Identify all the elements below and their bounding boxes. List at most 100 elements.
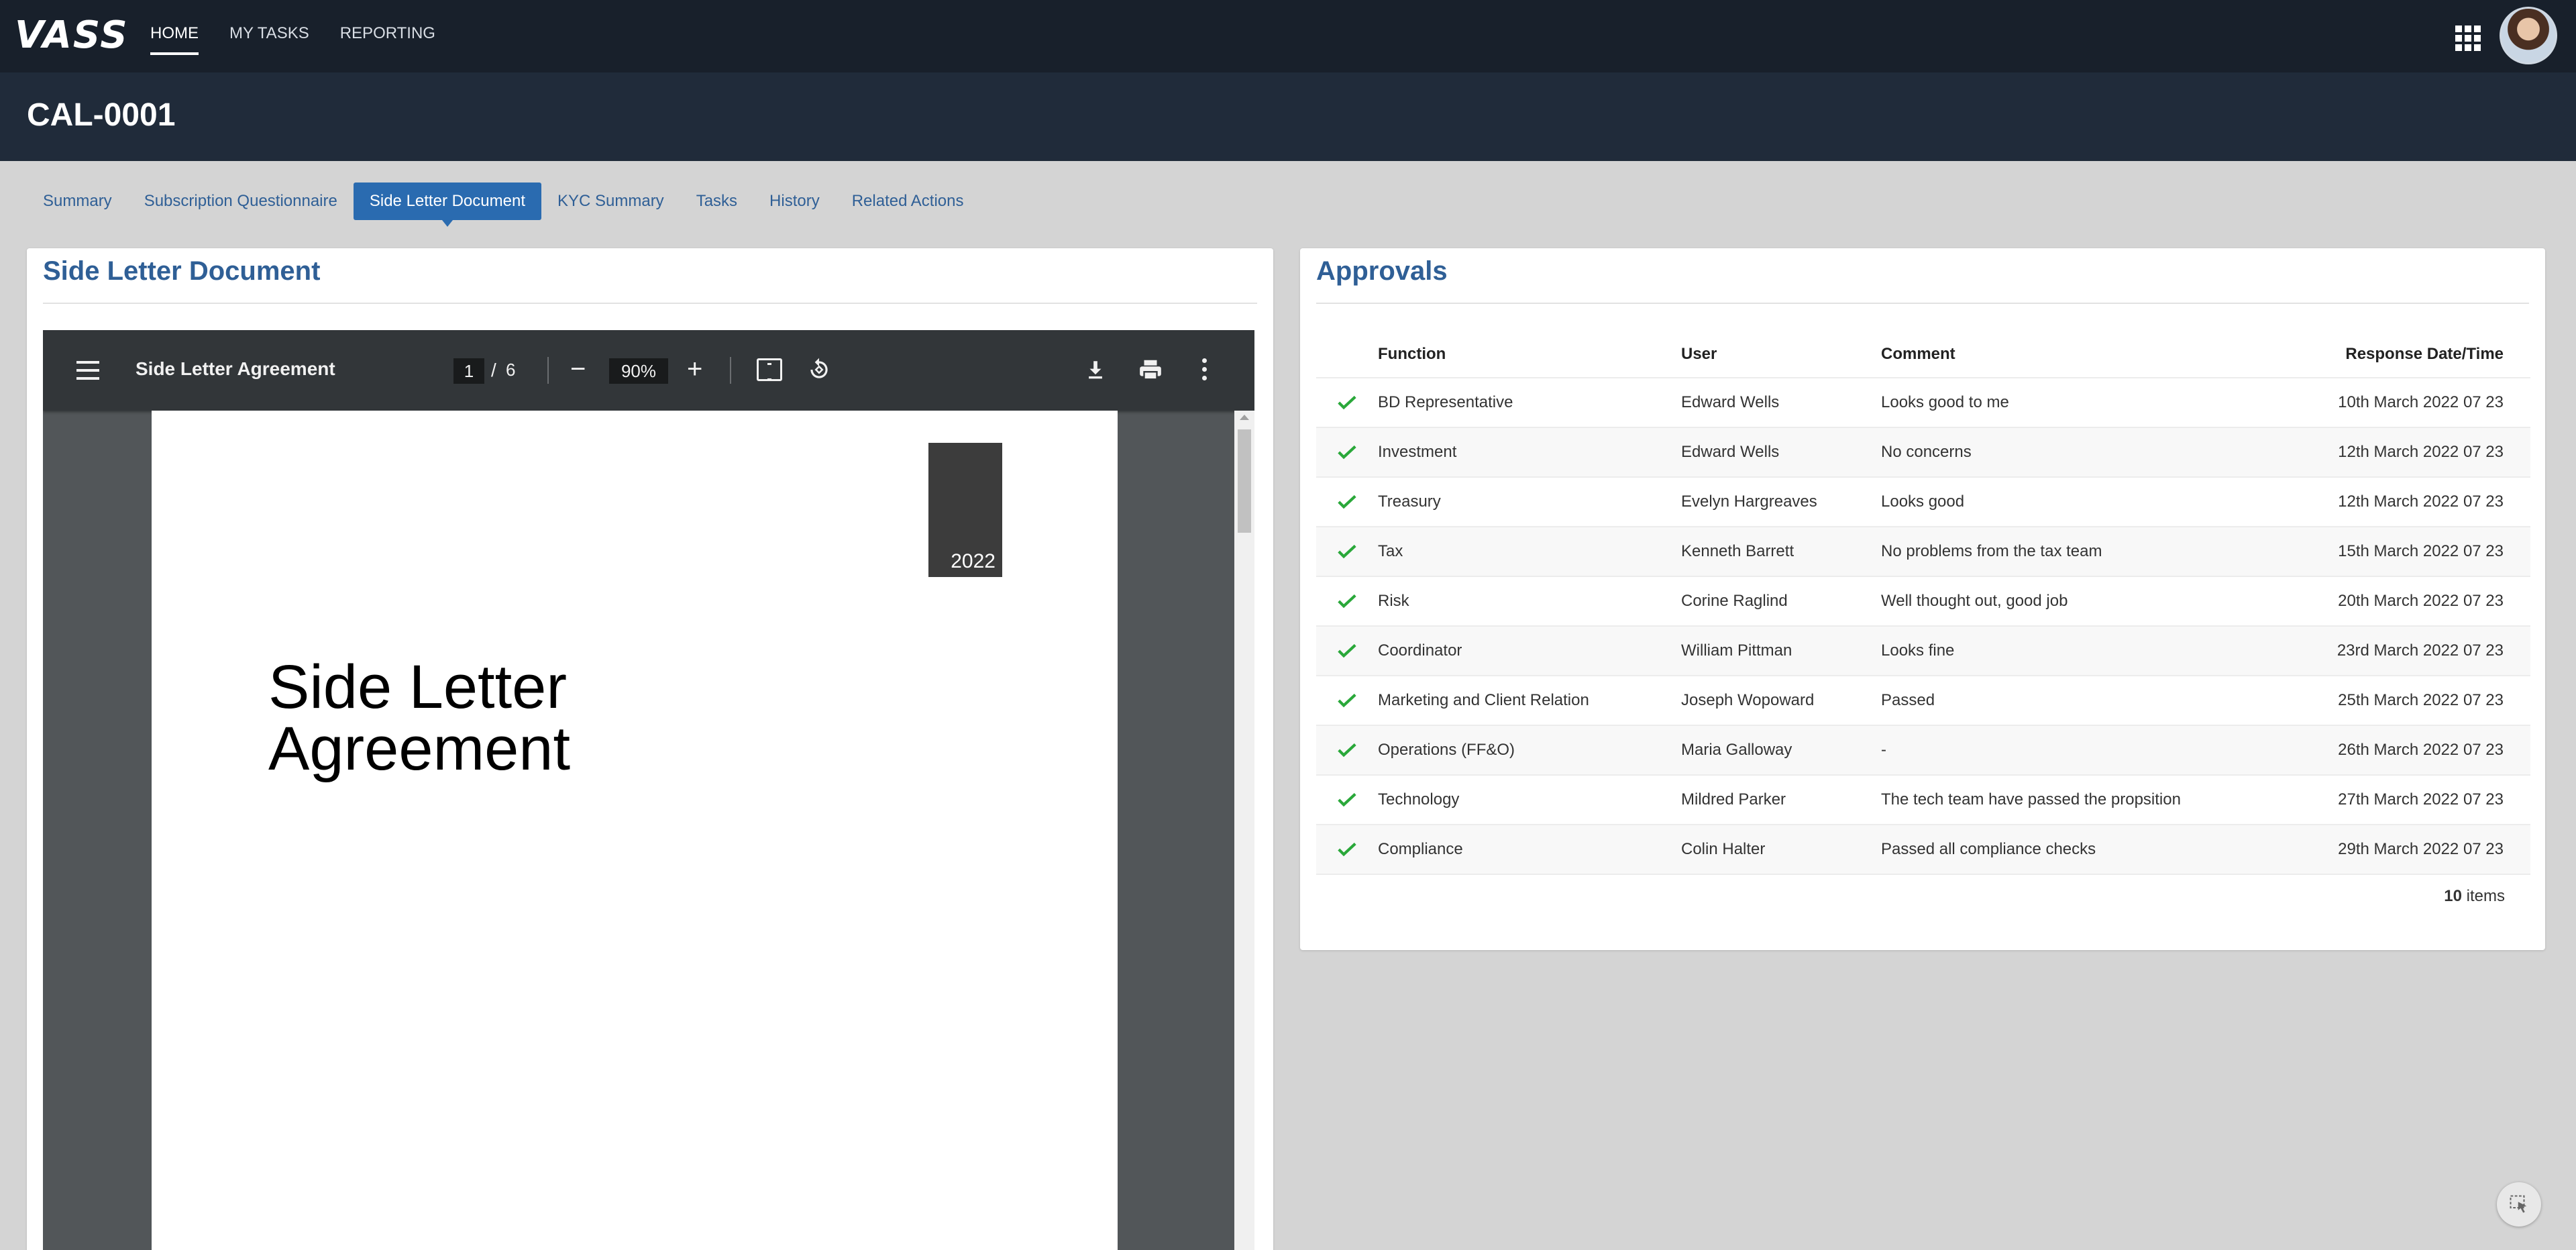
avatar[interactable]	[2500, 7, 2557, 64]
cell-comment: Passed	[1881, 691, 1935, 709]
table-row[interactable]: Risk Corine Raglind Well thought out, good…	[1316, 577, 2530, 627]
check-icon	[1338, 544, 1356, 559]
cell-response-date: 10th March 2022 07 23	[2338, 393, 2504, 411]
column-header-user[interactable]: User	[1681, 345, 1881, 364]
table-row[interactable]: Tax Kenneth Barrett No problems from the t…	[1316, 527, 2530, 577]
tab-tasks[interactable]: Tasks	[680, 183, 753, 220]
approval-status	[1316, 792, 1378, 807]
tab-subscription-questionnaire[interactable]: Subscription Questionnaire	[128, 183, 354, 220]
table-row[interactable]: Operations (FF&O) Maria Galloway - 26th Mar…	[1316, 726, 2530, 776]
cell-comment: No problems from the tax team	[1881, 542, 2102, 560]
column-header-function[interactable]: Function	[1378, 345, 1681, 364]
cell-function: Coordinator	[1378, 641, 1462, 660]
table-row[interactable]: Marketing and Client Relation Joseph Wopo…	[1316, 676, 2530, 726]
cell-comment: -	[1881, 741, 1886, 759]
download-icon[interactable]	[1084, 357, 1107, 382]
cell-comment: The tech team have passed the propsition	[1881, 790, 2181, 809]
cell-response-date: 25th March 2022 07 23	[2338, 691, 2504, 709]
cell-comment: No concerns	[1881, 443, 1972, 461]
cell-user: Mildred Parker	[1681, 790, 1786, 809]
cell-user: Edward Wells	[1681, 443, 1780, 461]
cell-function: Investment	[1378, 443, 1457, 461]
approval-status	[1316, 842, 1378, 857]
cell-function: Technology	[1378, 790, 1460, 809]
cell-response-date: 27th March 2022 07 23	[2338, 790, 2504, 809]
approval-status	[1316, 395, 1378, 410]
column-header-response-date[interactable]: Response Date/Time	[2297, 345, 2517, 364]
pdf-viewer: Side Letter Agreement 1 / 6 − 90% + 2022…	[43, 330, 1254, 1250]
column-header-comment[interactable]: Comment	[1881, 345, 2297, 364]
cell-user: Edward Wells	[1681, 393, 1780, 411]
approval-status	[1316, 743, 1378, 758]
cell-comment: Looks fine	[1881, 641, 1955, 660]
top-navbar: VASS HOME MY TASKS REPORTING	[0, 0, 2576, 72]
cell-function: BD Representative	[1378, 393, 1513, 411]
cell-response-date: 23rd March 2022 07 23	[2337, 641, 2504, 660]
table-row[interactable]: Coordinator William Pittman Looks fine 23rd…	[1316, 627, 2530, 676]
year-banner: 2022	[928, 443, 1002, 577]
vass-logo[interactable]: VASS	[15, 13, 129, 57]
table-header: Function User Comment Response Date/Time	[1316, 331, 2530, 378]
table-body: BD Representative Edward Wells Looks good …	[1316, 378, 2530, 875]
pdf-page: 2022 Side Letter Agreement	[152, 411, 1118, 1250]
tab-summary[interactable]: Summary	[27, 183, 128, 220]
approval-status	[1316, 494, 1378, 509]
cell-comment: Well thought out, good job	[1881, 592, 2068, 610]
tab-side-letter-document[interactable]: Side Letter Document	[353, 183, 541, 227]
pdf-scrollbar[interactable]	[1234, 411, 1254, 1250]
approval-status	[1316, 445, 1378, 460]
cell-function: Tax	[1378, 542, 1403, 560]
cell-comment: Looks good to me	[1881, 393, 2009, 411]
cell-response-date: 29th March 2022 07 23	[2338, 840, 2504, 858]
panel-title-side-letter: Side Letter Document	[43, 256, 321, 286]
table-row[interactable]: Treasury Evelyn Hargreaves Looks good 12th …	[1316, 478, 2530, 527]
tab-history[interactable]: History	[753, 183, 836, 220]
cell-user: William Pittman	[1681, 641, 1792, 660]
apps-grid-icon[interactable]	[2455, 25, 2481, 51]
approval-status	[1316, 544, 1378, 559]
document-title-line2: Agreement	[268, 715, 571, 783]
panel-title-approvals: Approvals	[1316, 256, 1448, 286]
zoom-out-button[interactable]: −	[570, 356, 586, 382]
menu-icon[interactable]	[76, 361, 99, 380]
more-vert-icon[interactable]	[1202, 358, 1208, 381]
rotate-icon[interactable]	[806, 357, 832, 382]
tab-related-actions[interactable]: Related Actions	[836, 183, 980, 220]
cell-response-date: 26th March 2022 07 23	[2338, 741, 2504, 759]
approval-status	[1316, 643, 1378, 658]
select-cursor-button[interactable]	[2497, 1182, 2541, 1227]
tab-kyc-summary[interactable]: KYC Summary	[541, 183, 680, 220]
check-icon	[1338, 445, 1356, 460]
check-icon	[1338, 643, 1356, 658]
approval-status	[1316, 693, 1378, 708]
print-icon[interactable]	[1138, 357, 1163, 382]
check-icon	[1338, 743, 1356, 758]
toolbar-divider	[547, 357, 549, 384]
pdf-toolbar: Side Letter Agreement 1 / 6 − 90% +	[43, 330, 1254, 411]
table-row[interactable]: BD Representative Edward Wells Looks good …	[1316, 378, 2530, 428]
zoom-in-button[interactable]: +	[687, 356, 702, 382]
main-nav: HOME MY TASKS REPORTING	[150, 0, 466, 72]
toolbar-divider	[730, 357, 731, 384]
check-icon	[1338, 792, 1356, 807]
cell-user: Maria Galloway	[1681, 741, 1792, 759]
table-row[interactable]: Technology Mildred Parker The tech team ha…	[1316, 776, 2530, 825]
cell-user: Corine Raglind	[1681, 592, 1788, 610]
nav-reporting[interactable]: REPORTING	[340, 0, 435, 72]
nav-my-tasks[interactable]: MY TASKS	[229, 0, 309, 72]
case-header: CAL-0001	[0, 72, 2576, 161]
cell-comment: Passed all compliance checks	[1881, 840, 2096, 858]
table-row[interactable]: Compliance Colin Halter Passed all complia…	[1316, 825, 2530, 875]
cell-user: Colin Halter	[1681, 840, 1766, 858]
nav-home[interactable]: HOME	[150, 0, 199, 72]
zoom-level-input[interactable]: 90%	[609, 358, 668, 384]
page-number-input[interactable]: 1	[453, 358, 484, 384]
scroll-up-arrow-icon[interactable]	[1240, 415, 1249, 420]
divider	[43, 303, 1257, 304]
cell-comment: Looks good	[1881, 492, 1965, 511]
cell-response-date: 15th March 2022 07 23	[2338, 542, 2504, 560]
fit-page-icon[interactable]	[757, 358, 782, 381]
scroll-thumb[interactable]	[1238, 429, 1251, 533]
table-row[interactable]: Investment Edward Wells No concerns 12th Ma…	[1316, 428, 2530, 478]
document-title: Side Letter Agreement	[268, 656, 570, 780]
